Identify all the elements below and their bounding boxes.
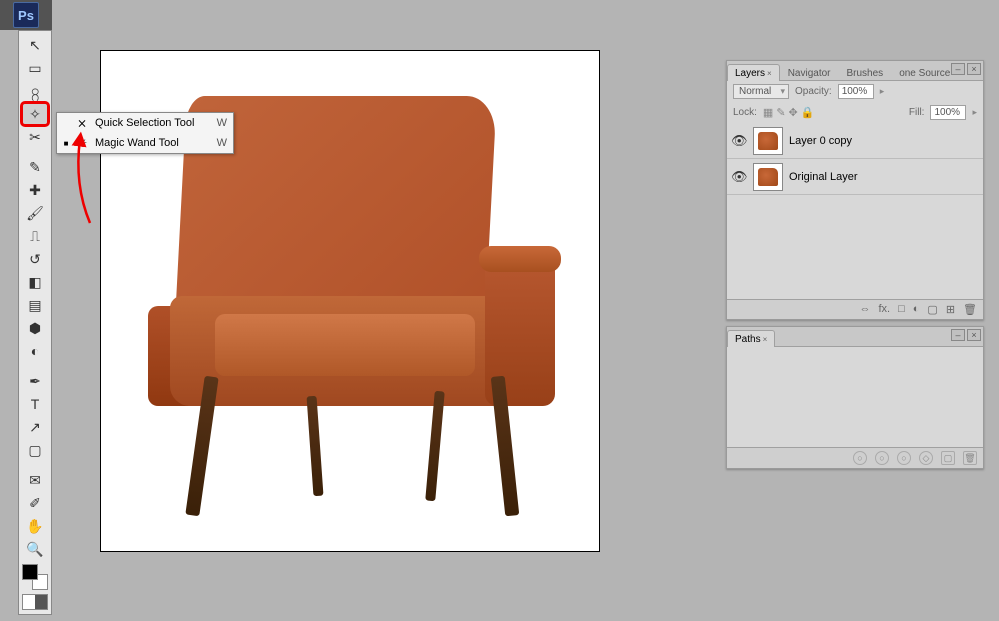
panel-minimize-button[interactable]: – [951, 329, 965, 341]
flyout-item-shortcut: W [217, 117, 227, 129]
paths-panel-footer: ○ ○ ○ ◇ ▢ 🗑 [727, 447, 983, 468]
tab-navigator[interactable]: Navigator [780, 64, 839, 81]
paths-footer-button-2[interactable]: ○ [897, 451, 911, 465]
panel-minimize-button[interactable]: – [951, 63, 965, 75]
foreground-color-swatch[interactable] [22, 564, 38, 580]
tab-brushes[interactable]: Brushes [839, 64, 892, 81]
flyout-item-1[interactable]: ■ ✳ Magic Wand Tool W [57, 133, 233, 153]
flyout-item-0[interactable]: ⨯ Quick Selection Tool W [57, 113, 233, 133]
paths-footer-button-4[interactable]: ▢ [941, 451, 955, 465]
layers-footer-button-0[interactable]: ⇔ [859, 303, 870, 316]
layer-thumbnail[interactable] [753, 127, 783, 155]
crop-tool[interactable]: ✂ [22, 126, 48, 148]
type-tool[interactable]: T [22, 393, 48, 415]
tools-toolbar: ↖▭႙✧✂ ✎✚🖌⎍↺◧▤⬢◐ ✒T↗▢ ✉✐✋🔍 [18, 30, 52, 615]
stamp-tool[interactable]: ⎍ [22, 225, 48, 247]
visibility-eye-icon[interactable]: 👁 [731, 133, 747, 149]
quick-mask-toggle[interactable] [22, 594, 48, 610]
paths-footer-button-1[interactable]: ○ [875, 451, 889, 465]
paths-panel: Paths× – × ○ ○ ○ ◇ ▢ 🗑 [726, 326, 984, 469]
lock-image-icon[interactable]: ✎ [776, 106, 785, 119]
layer-row[interactable]: 👁 Layer 0 copy [727, 123, 983, 159]
blend-mode-dropdown[interactable]: Normal [733, 84, 789, 99]
panels-dock: Layers×NavigatorBrushesone Source – × No… [726, 60, 984, 475]
flyout-item-shortcut: W [217, 137, 227, 149]
layer-name[interactable]: Layer 0 copy [789, 135, 979, 147]
fill-field[interactable]: 100% [930, 105, 966, 120]
quick-select-tool[interactable]: ✧ [22, 103, 48, 125]
lock-position-icon[interactable]: ✥ [789, 106, 798, 119]
hand-tool[interactable]: ✋ [22, 515, 48, 537]
layers-footer-button-4[interactable]: ▢ [927, 303, 937, 316]
path-select-tool[interactable]: ↗ [22, 416, 48, 438]
layer-thumbnail[interactable] [753, 163, 783, 191]
panel-close-button[interactable]: × [967, 63, 981, 75]
layers-lock-row: Lock: ▦ ✎ ✥ 🔒 Fill: 100% ▸ [727, 102, 983, 123]
layers-panel-footer: ⇔ fx. □ ◐ ▢ ⊞ 🗑 [727, 299, 983, 319]
lock-label: Lock: [733, 107, 757, 118]
paths-list[interactable] [727, 347, 983, 447]
tab-one-source[interactable]: one Source [891, 64, 958, 81]
tool-icon: ✳ [75, 136, 89, 150]
layers-footer-button-3[interactable]: ◐ [913, 303, 920, 316]
layers-footer-button-6[interactable]: 🗑 [963, 303, 977, 316]
notes-tool[interactable]: ✉ [22, 469, 48, 491]
opacity-flyout-icon[interactable]: ▸ [880, 86, 885, 97]
fill-label: Fill: [909, 107, 925, 118]
panel-window-controls: – × [951, 329, 981, 341]
paths-footer-button-0[interactable]: ○ [853, 451, 867, 465]
paths-footer-button-5[interactable]: 🗑 [963, 451, 977, 465]
shape-tool[interactable]: ▢ [22, 439, 48, 461]
layer-row[interactable]: 👁 Original Layer [727, 159, 983, 195]
layers-footer-button-1[interactable]: fx. [878, 303, 890, 316]
eyedropper-tool[interactable]: ✎ [22, 156, 48, 178]
lasso-tool[interactable]: ႙ [22, 80, 48, 102]
close-icon[interactable]: × [767, 69, 772, 78]
history-brush-tool[interactable]: ↺ [22, 248, 48, 270]
opacity-label: Opacity: [795, 86, 832, 97]
gradient-tool[interactable]: ▤ [22, 294, 48, 316]
pen-tool[interactable]: ✒ [22, 370, 48, 392]
tool-flyout-menu: ⨯ Quick Selection Tool W ■ ✳ Magic Wand Tool W [56, 112, 234, 154]
layers-panel: Layers×NavigatorBrushesone Source – × No… [726, 60, 984, 320]
layer-list: 👁 Layer 0 copy 👁 Original Layer [727, 123, 983, 299]
eraser-tool[interactable]: ◧ [22, 271, 48, 293]
color-swatches[interactable] [22, 564, 48, 590]
tab-paths[interactable]: Paths× [727, 330, 775, 347]
dodge-tool[interactable]: ◐ [22, 340, 48, 362]
visibility-eye-icon[interactable]: 👁 [731, 169, 747, 185]
brush-tool[interactable]: 🖌 [22, 202, 48, 224]
active-marker-icon: ■ [63, 139, 69, 148]
tool-icon: ⨯ [75, 116, 89, 130]
close-icon[interactable]: × [763, 335, 768, 344]
zoom-tool[interactable]: 🔍 [22, 538, 48, 560]
layers-blend-row: Normal Opacity: 100% ▸ [727, 81, 983, 102]
layers-panel-tabs: Layers×NavigatorBrushesone Source – × [727, 61, 983, 81]
app-header: Ps [0, 0, 52, 30]
marquee-tool[interactable]: ▭ [22, 57, 48, 79]
flyout-item-label: Magic Wand Tool [95, 137, 211, 149]
paths-panel-tabs: Paths× – × [727, 327, 983, 347]
layer-name[interactable]: Original Layer [789, 171, 979, 183]
tab-layers[interactable]: Layers× [727, 64, 780, 81]
healing-brush-tool[interactable]: ✚ [22, 179, 48, 201]
flyout-item-label: Quick Selection Tool [95, 117, 211, 129]
fill-flyout-icon[interactable]: ▸ [972, 107, 977, 118]
panel-close-button[interactable]: × [967, 329, 981, 341]
panel-window-controls: – × [951, 63, 981, 75]
lock-all-icon[interactable]: 🔒 [801, 106, 815, 119]
ps-logo: Ps [13, 2, 39, 28]
color-sampler-tool[interactable]: ✐ [22, 492, 48, 514]
layers-footer-button-2[interactable]: □ [898, 303, 905, 316]
lock-transparency-icon[interactable]: ▦ [763, 106, 773, 119]
opacity-field[interactable]: 100% [838, 84, 874, 99]
paths-footer-button-3[interactable]: ◇ [919, 451, 933, 465]
layers-footer-button-5[interactable]: ⊞ [946, 303, 955, 316]
move-tool[interactable]: ↖ [22, 34, 48, 56]
blur-tool[interactable]: ⬢ [22, 317, 48, 339]
